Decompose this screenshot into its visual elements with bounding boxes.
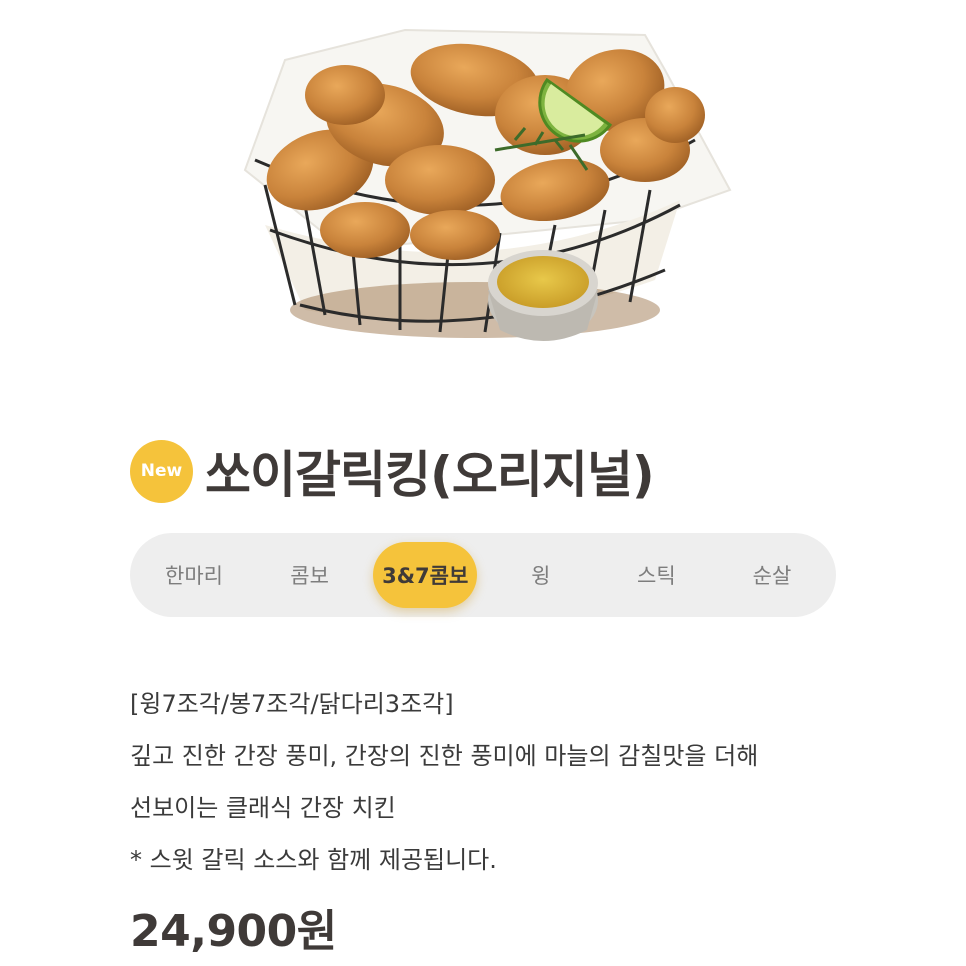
- product-description: [윙7조각/봉7조각/닭다리3조각] 깊고 진한 간장 풍미, 간장의 진한 풍…: [130, 678, 870, 886]
- description-note: * 스윗 갈릭 소스와 함께 제공됩니다.: [130, 846, 497, 874]
- description-line: 깊고 진한 간장 풍미, 간장의 진한 풍미에 마늘의 감칠맛을 더해: [130, 742, 759, 770]
- tab-label: 한마리: [165, 564, 223, 588]
- description-line: 선보이는 클래식 간장 치킨: [130, 794, 396, 822]
- chicken-basket-image: [243, 28, 732, 341]
- title-row: New 쏘이갈릭킹(오리지널): [130, 436, 655, 506]
- tab-label: 윙: [531, 564, 551, 588]
- new-badge: New: [130, 439, 193, 503]
- product-title: 쏘이갈릭킹(오리지널): [205, 446, 655, 504]
- tab-label: 콤보: [290, 564, 329, 588]
- product-image: [225, 20, 745, 360]
- tab-wing[interactable]: 윙: [489, 542, 593, 608]
- tab-whole[interactable]: 한마리: [142, 542, 246, 608]
- tab-label: 순살: [752, 564, 792, 588]
- tab-3-7-combo[interactable]: 3&7콤보: [373, 542, 478, 608]
- product-price: 24,900원: [130, 906, 337, 957]
- tab-boneless[interactable]: 순살: [720, 542, 824, 608]
- tab-label: 스틱: [637, 564, 676, 588]
- tab-label: 3&7콤보: [382, 564, 469, 588]
- tab-stick[interactable]: 스틱: [604, 542, 708, 608]
- description-composition: [윙7조각/봉7조각/닭다리3조각]: [130, 690, 454, 718]
- new-badge-label: New: [140, 461, 183, 481]
- size-option-tabs: 한마리 콤보 3&7콤보 윙 스틱 순살: [130, 533, 836, 617]
- tab-combo[interactable]: 콤보: [258, 542, 362, 608]
